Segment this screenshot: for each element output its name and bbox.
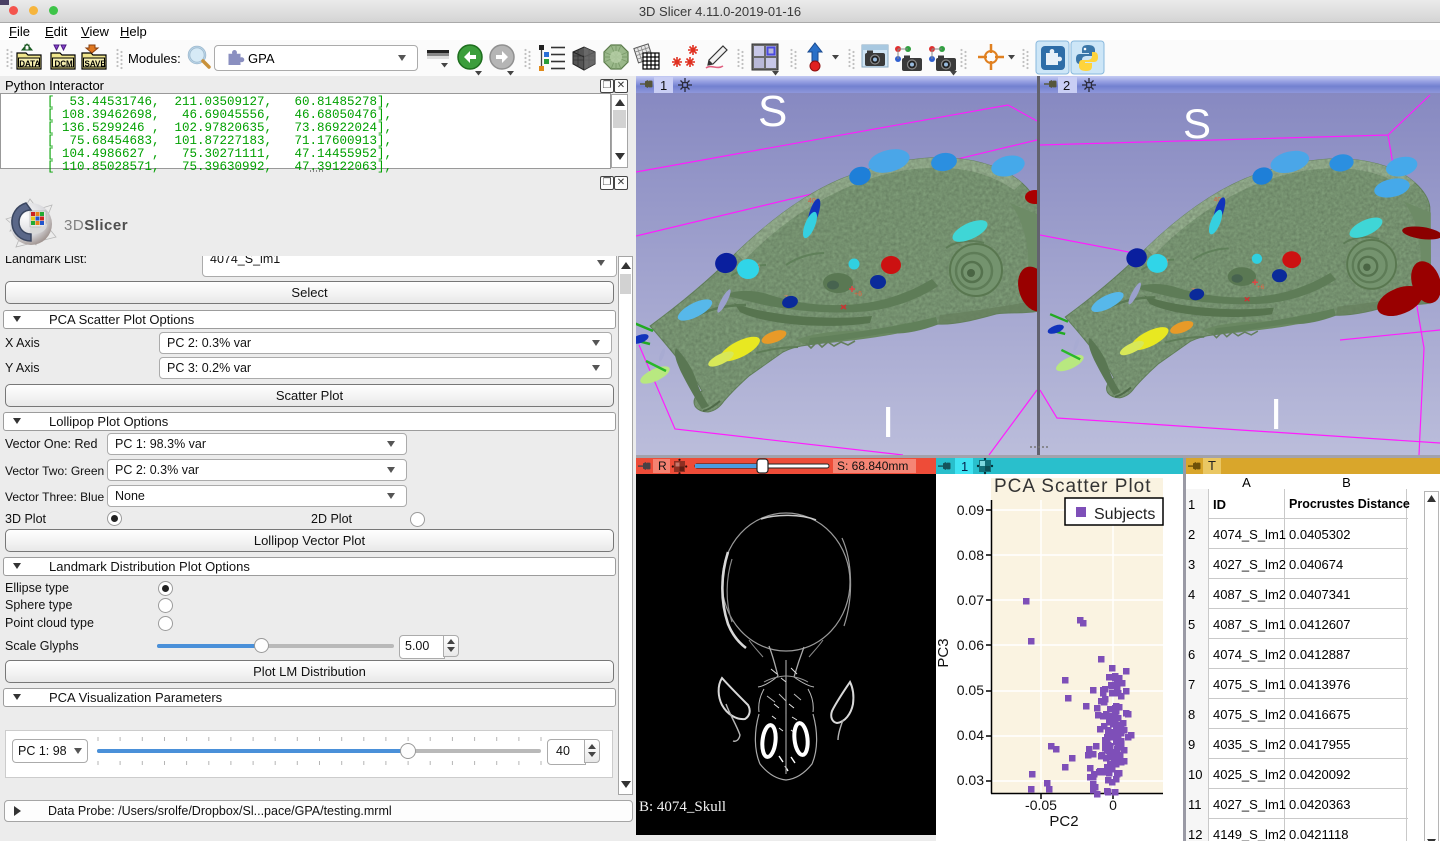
svg-text:PCA Scatter Plot: PCA Scatter Plot (994, 476, 1152, 497)
svg-text:0.06: 0.06 (957, 637, 984, 653)
svg-text:S: S (758, 87, 787, 136)
svg-text:2: 2 (1063, 78, 1070, 93)
svg-text:0.04: 0.04 (957, 727, 984, 743)
svg-text:B: 4074_Skull: B: 4074_Skull (639, 799, 726, 815)
svg-text:-0.05: -0.05 (1025, 797, 1057, 813)
svg-text:I: I (1270, 390, 1282, 439)
svg-text:0.03: 0.03 (957, 772, 984, 788)
svg-text:0.08: 0.08 (957, 547, 984, 563)
svg-text:0.09: 0.09 (957, 502, 984, 518)
svg-text:0: 0 (1109, 797, 1117, 813)
svg-text:0.07: 0.07 (957, 592, 984, 608)
svg-text:Subjects: Subjects (1094, 506, 1155, 523)
svg-text:1: 1 (660, 78, 667, 93)
svg-text:R: R (658, 459, 667, 473)
svg-text:I: I (882, 398, 894, 447)
svg-text:DATA: DATA (19, 60, 40, 69)
svg-text:S: 68.840mm: S: 68.840mm (837, 459, 908, 473)
svg-text:PC3: PC3 (936, 638, 952, 667)
svg-text:1: 1 (961, 459, 968, 474)
svg-text:0.05: 0.05 (957, 682, 984, 698)
svg-text:SAVE: SAVE (85, 60, 107, 69)
svg-text:S: S (1183, 100, 1211, 147)
svg-text:DCM: DCM (55, 60, 74, 69)
svg-text:PC2: PC2 (1049, 813, 1078, 830)
